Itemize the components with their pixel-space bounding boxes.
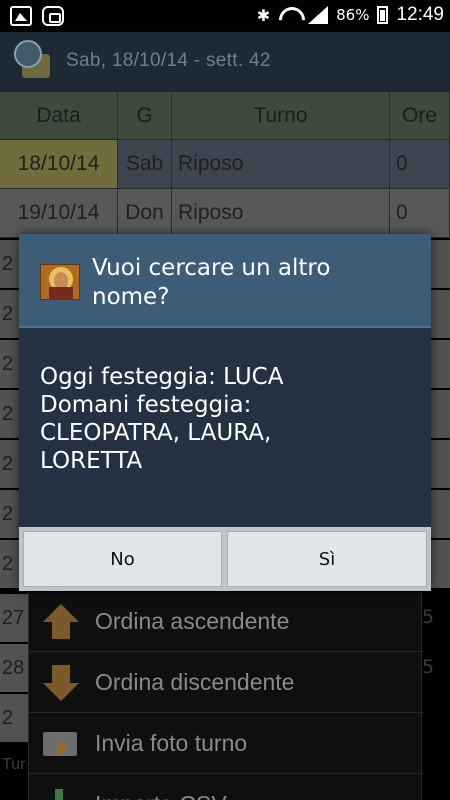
battery-percent: 86% [336,6,370,24]
table-row-stub: 2 [0,540,20,588]
cell-hours: 0 [390,140,450,188]
table-row-stub: 2 [0,290,20,338]
table-row-stub: 2 [0,694,28,742]
no-button[interactable]: No [23,531,222,587]
table-row-stub: 28 [0,644,28,692]
table-header: Data G Turno Ore [0,92,450,140]
bluetooth-icon: ✱ [256,5,271,25]
cell-hours: 0 [390,189,450,237]
menu-item-label: Ordina ascendente [95,608,290,634]
table-row-stub: 2 [0,490,20,538]
dialog-header: Vuoi cercare un altro nome? [19,234,431,328]
image-icon [10,6,32,26]
menu-item-label: Ordina discendente [95,669,295,695]
cell-shift: Riposo [172,189,390,237]
header-giorno[interactable]: G [118,92,172,139]
dialog-title: Vuoi cercare un altro nome? [92,255,331,310]
table-row-stub: 2 [0,390,20,438]
bbm-icon [42,6,64,26]
action-bar: Sab, 18/10/14 - sett. 42 [0,32,450,92]
cell-date: 19/10/14 [0,189,118,237]
bottom-tab-stub: Tur [2,756,26,773]
cell-day: Sab [118,140,172,188]
table-row-stub-right [430,540,450,588]
wifi-icon [278,7,300,23]
saint-icon [40,264,80,300]
menu-item-ordina-discendente[interactable]: Ordina discendente [29,653,423,713]
page-title: Sab, 18/10/14 - sett. 42 [66,50,271,71]
table-row-stub-right [430,440,450,488]
table-row[interactable]: 18/10/14 Sab Riposo 0 [0,140,450,189]
table-row-stub: 27 [0,594,28,642]
table-row-stub: 2 [0,440,20,488]
table-row-stub-right [430,390,450,438]
cell-day: Don [118,189,172,237]
dialog-body: Oggi festeggia: LUCA Domani festeggia: C… [19,328,431,527]
signal-icon [308,6,329,24]
si-button[interactable]: Sì [227,531,427,587]
menu-item-ordina-ascendente[interactable]: Ordina ascendente [29,592,423,652]
table-row-stub-right: 5 [422,606,435,628]
battery-icon [377,6,389,24]
menu-item-label: Invia foto turno [95,730,248,756]
menu-item-invia-foto-turno[interactable]: Invia foto turno [29,714,423,774]
send-photo-icon [41,724,81,764]
menu-item-importa-csv[interactable]: Importa CSV [29,775,423,800]
shift-table: Data G Turno Ore 18/10/14 Sab Riposo 0 1… [0,92,450,238]
table-row-stub-right [430,340,450,388]
table-row-stub: 2 [0,240,20,288]
dialog-message: Oggi festeggia: LUCA Domani festeggia: C… [40,364,284,474]
table-row-stub: 2 [0,340,20,388]
table-row-stub-right [430,240,450,288]
table-row[interactable]: 19/10/14 Don Riposo 0 [0,189,450,238]
context-menu: Ordina ascendente Ordina discendente Inv… [28,592,423,800]
table-row-stub-right [430,290,450,338]
table-row-stub-right [430,490,450,538]
arrow-up-icon [41,602,81,642]
menu-item-label: Importa CSV [95,791,227,800]
name-search-dialog: Vuoi cercare un altro nome? Oggi festegg… [19,234,431,591]
dialog-buttons: No Sì [19,527,431,591]
table-row-stub-right: 5 [422,656,435,678]
app-calendar-icon[interactable] [14,40,54,80]
status-bar: ✱ 86% 12:49 [0,0,450,32]
arrow-down-icon [41,663,81,703]
header-ore[interactable]: Ore [390,92,450,139]
header-data[interactable]: Data [0,92,118,139]
cell-date: 18/10/14 [0,140,118,188]
cell-shift: Riposo [172,140,390,188]
header-turno[interactable]: Turno [172,92,390,139]
download-icon [41,785,81,800]
clock: 12:49 [396,4,444,25]
